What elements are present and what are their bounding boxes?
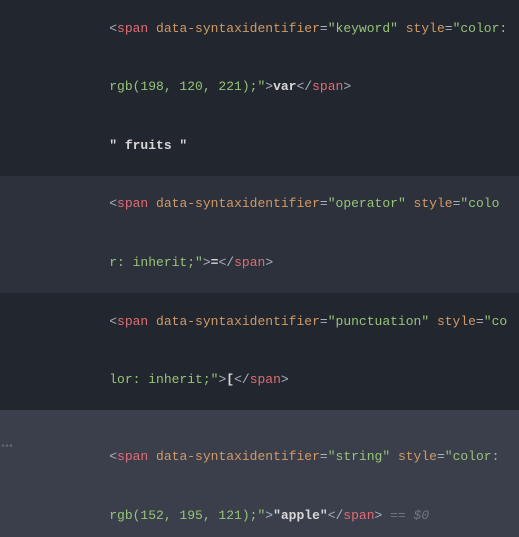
attr-val: rgb(198, 120, 221);" bbox=[109, 79, 265, 94]
bracket-icon: > bbox=[265, 79, 273, 94]
bracket-icon: < bbox=[109, 21, 117, 36]
code-line-current[interactable]: rgb(152, 195, 121);">"apple"</span> == $… bbox=[0, 487, 519, 537]
bracket-icon: </ bbox=[234, 372, 250, 387]
equals-icon: = bbox=[320, 196, 328, 211]
attr-val: "color: bbox=[445, 449, 507, 464]
attr-val: "co bbox=[484, 314, 507, 329]
tag: span bbox=[312, 79, 343, 94]
tag: span bbox=[117, 196, 148, 211]
bracket-icon: < bbox=[109, 314, 117, 329]
bracket-icon: > bbox=[265, 255, 273, 270]
attr-val: rgb(152, 195, 121);" bbox=[109, 508, 265, 523]
code-pane[interactable]: <span data-syntaxidentifier="keyword" st… bbox=[0, 0, 519, 537]
tag: span bbox=[117, 449, 148, 464]
attr: data-syntaxidentifier bbox=[148, 196, 320, 211]
bracket-icon: </ bbox=[296, 79, 312, 94]
code-line[interactable]: rgb(198, 120, 221);">var</span> bbox=[0, 59, 519, 118]
attr-val: r: inherit;" bbox=[109, 255, 203, 270]
text-node: " fruits " bbox=[109, 138, 187, 153]
attr: style bbox=[390, 449, 437, 464]
gutter-dots-icon: ••• bbox=[0, 410, 12, 487]
code-line-selected[interactable]: <span data-syntaxidentifier="operator" s… bbox=[0, 176, 519, 235]
code-line-current[interactable]: ••• <span data-syntaxidentifier="string"… bbox=[0, 410, 519, 487]
equals-icon: = bbox=[476, 314, 484, 329]
dom-hint: == $0 bbox=[382, 508, 429, 523]
bracket-icon: > bbox=[343, 79, 351, 94]
bracket-icon: </ bbox=[218, 255, 234, 270]
attr: style bbox=[406, 196, 453, 211]
text-node: [ bbox=[226, 372, 234, 387]
tag: span bbox=[250, 372, 281, 387]
bracket-icon: </ bbox=[328, 508, 344, 523]
equals-icon: = bbox=[320, 21, 328, 36]
code-line[interactable]: " fruits " bbox=[0, 117, 519, 176]
attr-val: lor: inherit;" bbox=[109, 372, 218, 387]
attr: style bbox=[398, 21, 445, 36]
attr-val: "punctuation" bbox=[328, 314, 429, 329]
attr: style bbox=[429, 314, 476, 329]
bracket-icon: < bbox=[109, 196, 117, 211]
attr: data-syntaxidentifier bbox=[148, 21, 320, 36]
code-line[interactable]: <span data-syntaxidentifier="keyword" st… bbox=[0, 0, 519, 59]
tag: span bbox=[234, 255, 265, 270]
code-line-selected[interactable]: r: inherit;">=</span> bbox=[0, 234, 519, 293]
equals-icon: = bbox=[320, 314, 328, 329]
bracket-icon: > bbox=[265, 508, 273, 523]
text-node: var bbox=[273, 79, 296, 94]
tag: span bbox=[117, 21, 148, 36]
equals-icon: = bbox=[320, 449, 328, 464]
text-node: "apple" bbox=[273, 508, 328, 523]
attr-val: "keyword" bbox=[328, 21, 398, 36]
tag: span bbox=[343, 508, 374, 523]
bracket-icon: > bbox=[203, 255, 211, 270]
tag: span bbox=[117, 314, 148, 329]
attr: data-syntaxidentifier bbox=[148, 449, 320, 464]
attr: data-syntaxidentifier bbox=[148, 314, 320, 329]
attr-val: "colo bbox=[460, 196, 499, 211]
bracket-icon: > bbox=[281, 372, 289, 387]
attr-val: "operator" bbox=[328, 196, 406, 211]
attr-val: "color: bbox=[453, 21, 515, 36]
code-line[interactable]: <span data-syntaxidentifier="punctuation… bbox=[0, 293, 519, 352]
bracket-icon: < bbox=[109, 449, 117, 464]
code-line[interactable]: lor: inherit;">[</span> bbox=[0, 351, 519, 410]
attr-val: "string" bbox=[328, 449, 390, 464]
equals-icon: = bbox=[437, 449, 445, 464]
equals-icon: = bbox=[445, 21, 453, 36]
